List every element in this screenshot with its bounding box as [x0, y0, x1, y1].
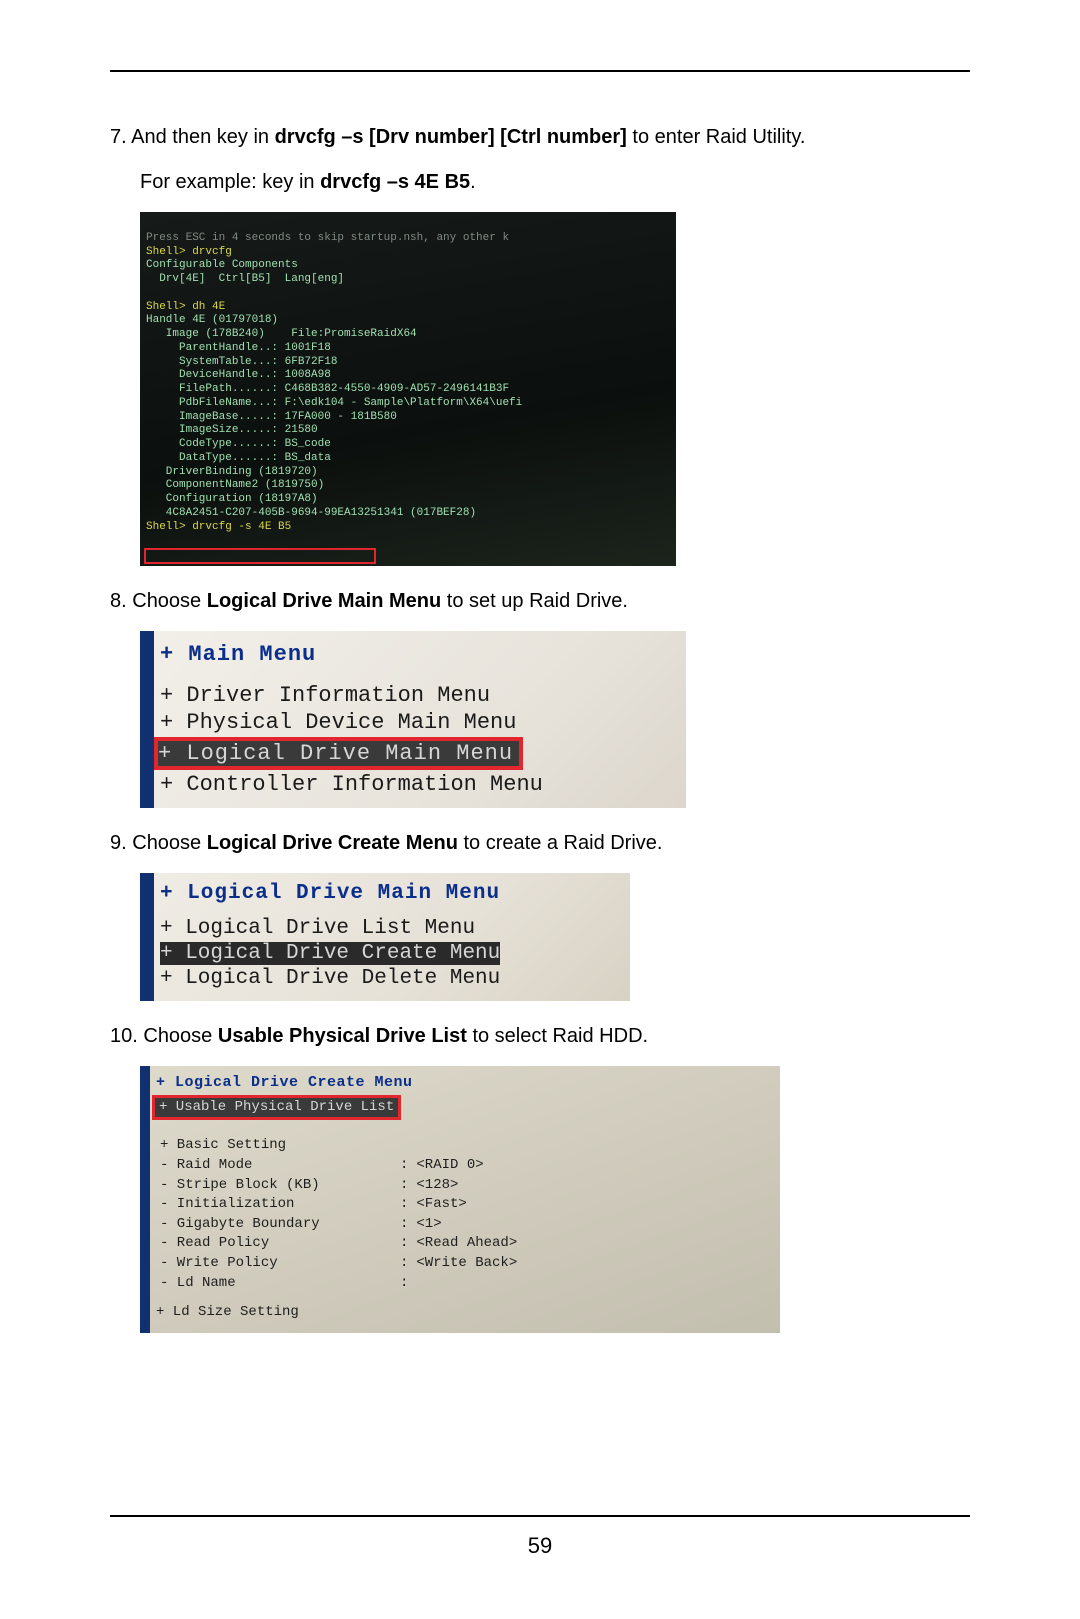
table-row: - Write Policy:<Write Back>	[156, 1254, 562, 1274]
page-footer: 59	[110, 1515, 970, 1559]
step-num: 7.	[110, 126, 127, 148]
highlight-box	[144, 548, 376, 564]
menu-item: + Controller Information Menu	[160, 771, 686, 798]
step-num: 8.	[110, 590, 127, 612]
settings-table: + Basic Setting - Raid Mode:<RAID 0> - S…	[156, 1136, 562, 1293]
table-row: - Initialization:<Fast>	[156, 1195, 562, 1215]
menu-title: + Logical Drive Create Menu	[156, 1072, 772, 1093]
step-10: 10. Choose Usable Physical Drive List to…	[110, 1021, 970, 1052]
table-row: - Read Policy:<Read Ahead>	[156, 1234, 562, 1254]
menu-item: + Ld Size Setting	[156, 1303, 772, 1323]
screenshot-main-menu: + Main Menu + Driver Information Menu + …	[140, 631, 686, 808]
page-number: 59	[528, 1533, 552, 1558]
menu-item: + Logical Drive Delete Menu	[160, 966, 630, 991]
table-row: - Gigabyte Boundary:<1>	[156, 1215, 562, 1235]
menu-item: + Driver Information Menu	[160, 682, 686, 709]
table-row: - Raid Mode:<RAID 0>	[156, 1156, 562, 1176]
menu-item-highlighted: + Logical Drive Main Menu	[160, 736, 686, 771]
menu-item-highlighted: + Usable Physical Drive List	[156, 1093, 772, 1127]
step-9: 9. Choose Logical Drive Create Menu to c…	[110, 828, 970, 859]
step-num: 9.	[110, 832, 127, 854]
screenshot-create-menu: + Logical Drive Create Menu + Usable Phy…	[140, 1066, 780, 1333]
screenshot-logical-drive-menu: + Logical Drive Main Menu + Logical Driv…	[140, 873, 630, 1001]
menu-title: + Main Menu	[160, 641, 686, 668]
menu-title: + Logical Drive Main Menu	[160, 881, 630, 906]
table-row: + Basic Setting	[156, 1136, 562, 1156]
top-rule	[110, 70, 970, 72]
menu-item: + Logical Drive List Menu	[160, 916, 630, 941]
step-7-line2: For example: key in drvcfg –s 4E B5.	[110, 167, 970, 198]
table-row: - Ld Name:	[156, 1274, 562, 1294]
step-7: 7. And then key in drvcfg –s [Drv number…	[110, 122, 970, 153]
table-row: - Stripe Block (KB):<128>	[156, 1176, 562, 1196]
step-8: 8. Choose Logical Drive Main Menu to set…	[110, 586, 970, 617]
step-num: 10.	[110, 1025, 138, 1047]
menu-item-selected: + Logical Drive Create Menu	[160, 941, 630, 966]
screenshot-shell-terminal: Press ESC in 4 seconds to skip startup.n…	[140, 212, 676, 566]
menu-item: + Physical Device Main Menu	[160, 709, 686, 736]
